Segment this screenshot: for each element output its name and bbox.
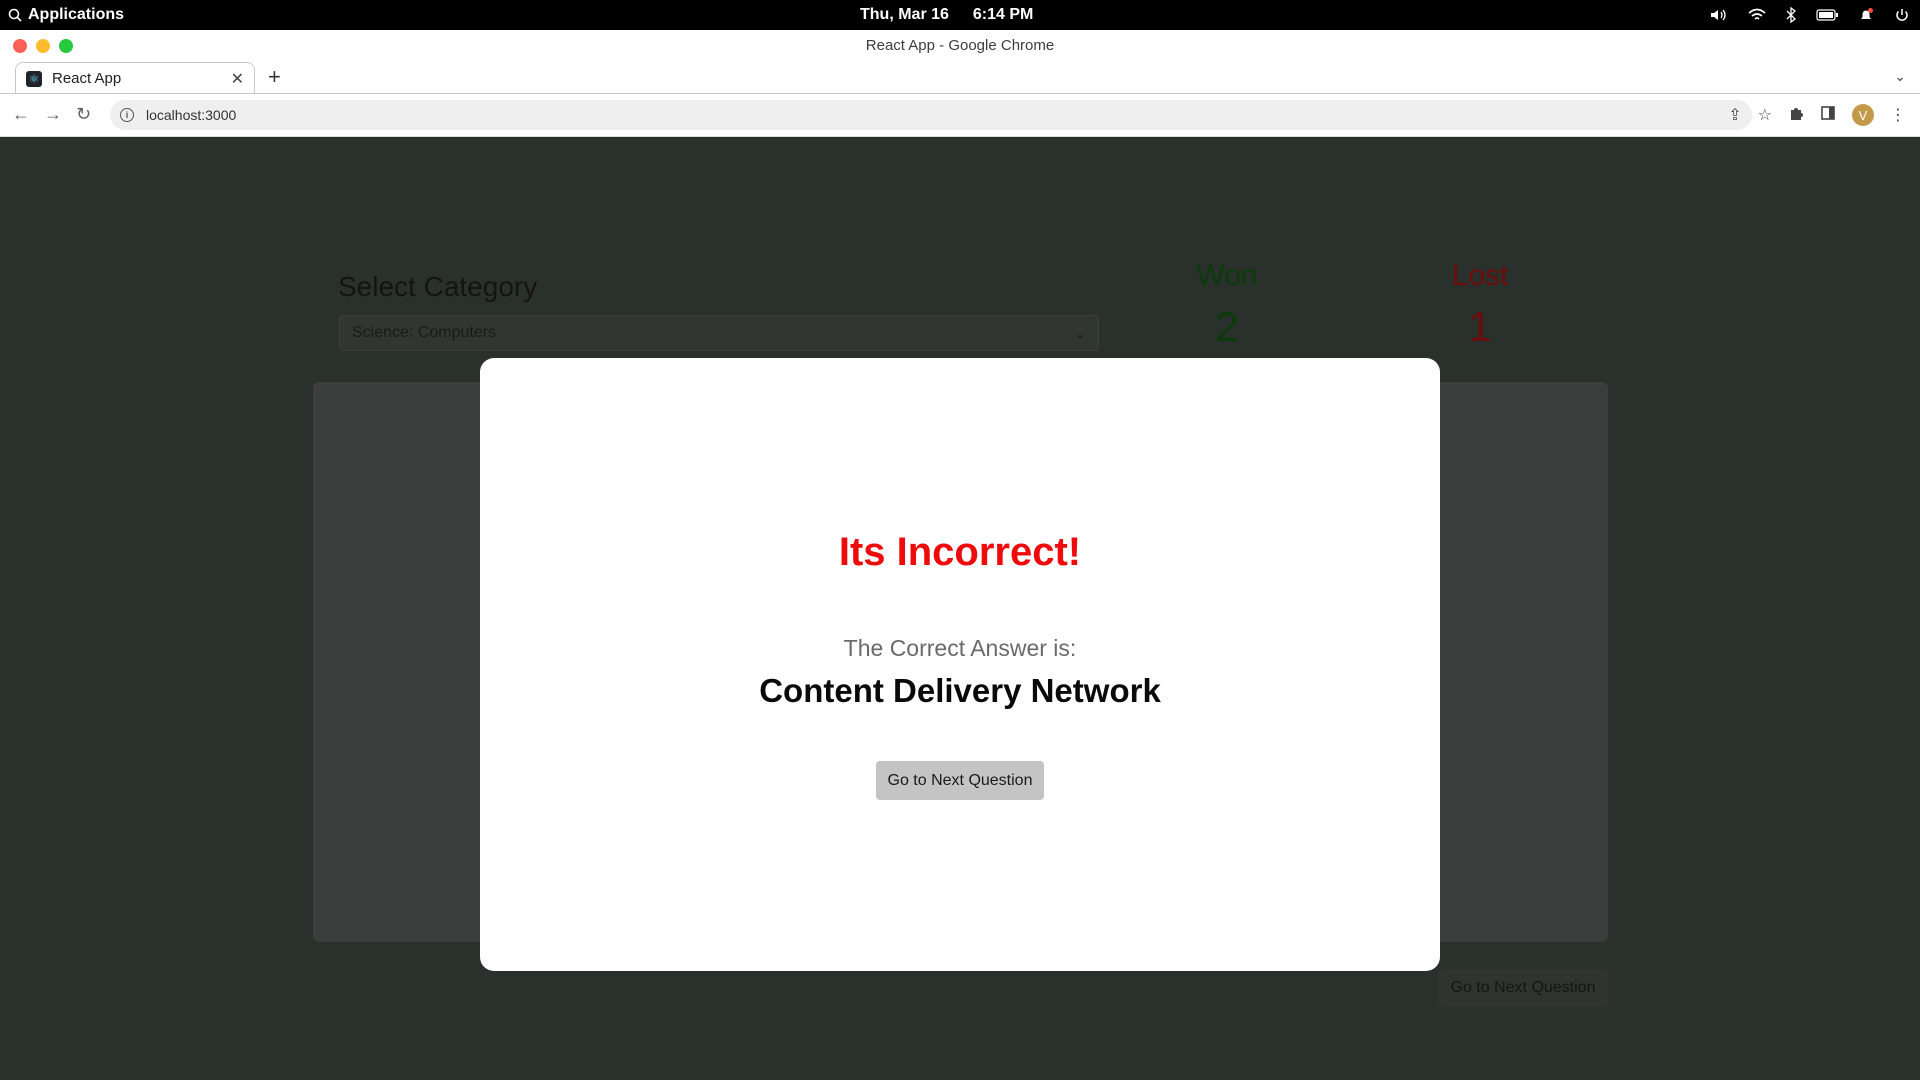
volume-icon[interactable] [1710,8,1728,22]
extensions-puzzle-icon[interactable] [1788,105,1804,126]
search-icon [8,8,22,22]
selected-category: Science: Computers [352,324,497,341]
wifi-icon[interactable] [1748,8,1766,22]
side-panel-icon[interactable] [1820,105,1836,126]
toolbar-actions: ⇪ ☆ V ⋮ [1728,104,1906,126]
modal-next-question-button[interactable]: Go to Next Question [876,761,1044,800]
tab-search-chevron-icon[interactable]: ⌄ [1894,68,1906,85]
select-category-label: Select Category [338,271,538,302]
os-top-bar: Applications Thu, Mar 16 6:14 PM [0,0,1920,30]
won-score: Won 2 [1147,259,1307,351]
won-count: 2 [1215,303,1239,350]
lost-score: Lost 1 [1400,259,1560,351]
new-tab-button[interactable]: + [268,66,281,88]
url-text: localhost:3000 [146,107,237,123]
reload-icon[interactable]: ↻ [76,104,91,124]
back-arrow-icon[interactable]: ← [12,104,30,124]
site-info-icon[interactable]: i [120,108,134,122]
share-icon[interactable]: ⇪ [1728,105,1741,125]
lost-label: Lost [1451,259,1509,292]
bluetooth-icon[interactable] [1786,7,1796,23]
tab-title: React App [52,70,122,87]
applications-label: Applications [28,6,125,23]
browser-toolbar: ← → ↻ i localhost:3000 ⇪ ☆ V ⋮ [0,94,1920,137]
react-favicon-icon: ⚛ [26,70,42,87]
result-title: Its Incorrect! [838,530,1082,574]
chevron-down-icon: ⌄ [1074,324,1086,341]
power-icon[interactable] [1894,7,1910,23]
window-title: React App - Google Chrome [865,37,1055,54]
category-select[interactable]: Science: Computers ⌄ [339,315,1099,351]
lost-count: 1 [1468,303,1492,350]
applications-menu[interactable]: Applications [8,0,124,30]
browser-titlebar: React App - Google Chrome ⚛ React App ✕ … [0,30,1920,94]
kebab-menu-icon[interactable]: ⋮ [1890,105,1906,125]
forward-arrow-icon[interactable]: → [44,104,62,124]
os-date: Thu, Mar 16 [860,6,949,23]
tab-react-app[interactable]: ⚛ React App ✕ [15,62,255,94]
notification-icon[interactable] [1858,7,1874,23]
correct-answer-label: The Correct Answer is: [843,635,1077,661]
close-tab-icon[interactable]: ✕ [231,69,244,89]
correct-answer: Content Delivery Network [759,672,1161,709]
bookmark-star-icon[interactable]: ☆ [1758,105,1772,125]
won-label: Won [1196,259,1258,292]
profile-avatar[interactable]: V [1852,104,1874,126]
next-question-button[interactable]: Go to Next Question [1438,969,1608,1007]
os-clock[interactable]: Thu, Mar 16 6:14 PM [860,0,1033,30]
address-bar[interactable]: i localhost:3000 [110,100,1752,130]
battery-icon[interactable] [1816,9,1838,21]
result-modal: Its Incorrect! The Correct Answer is: Co… [480,358,1440,971]
system-tray [1710,0,1910,30]
os-time: 6:14 PM [972,6,1034,23]
